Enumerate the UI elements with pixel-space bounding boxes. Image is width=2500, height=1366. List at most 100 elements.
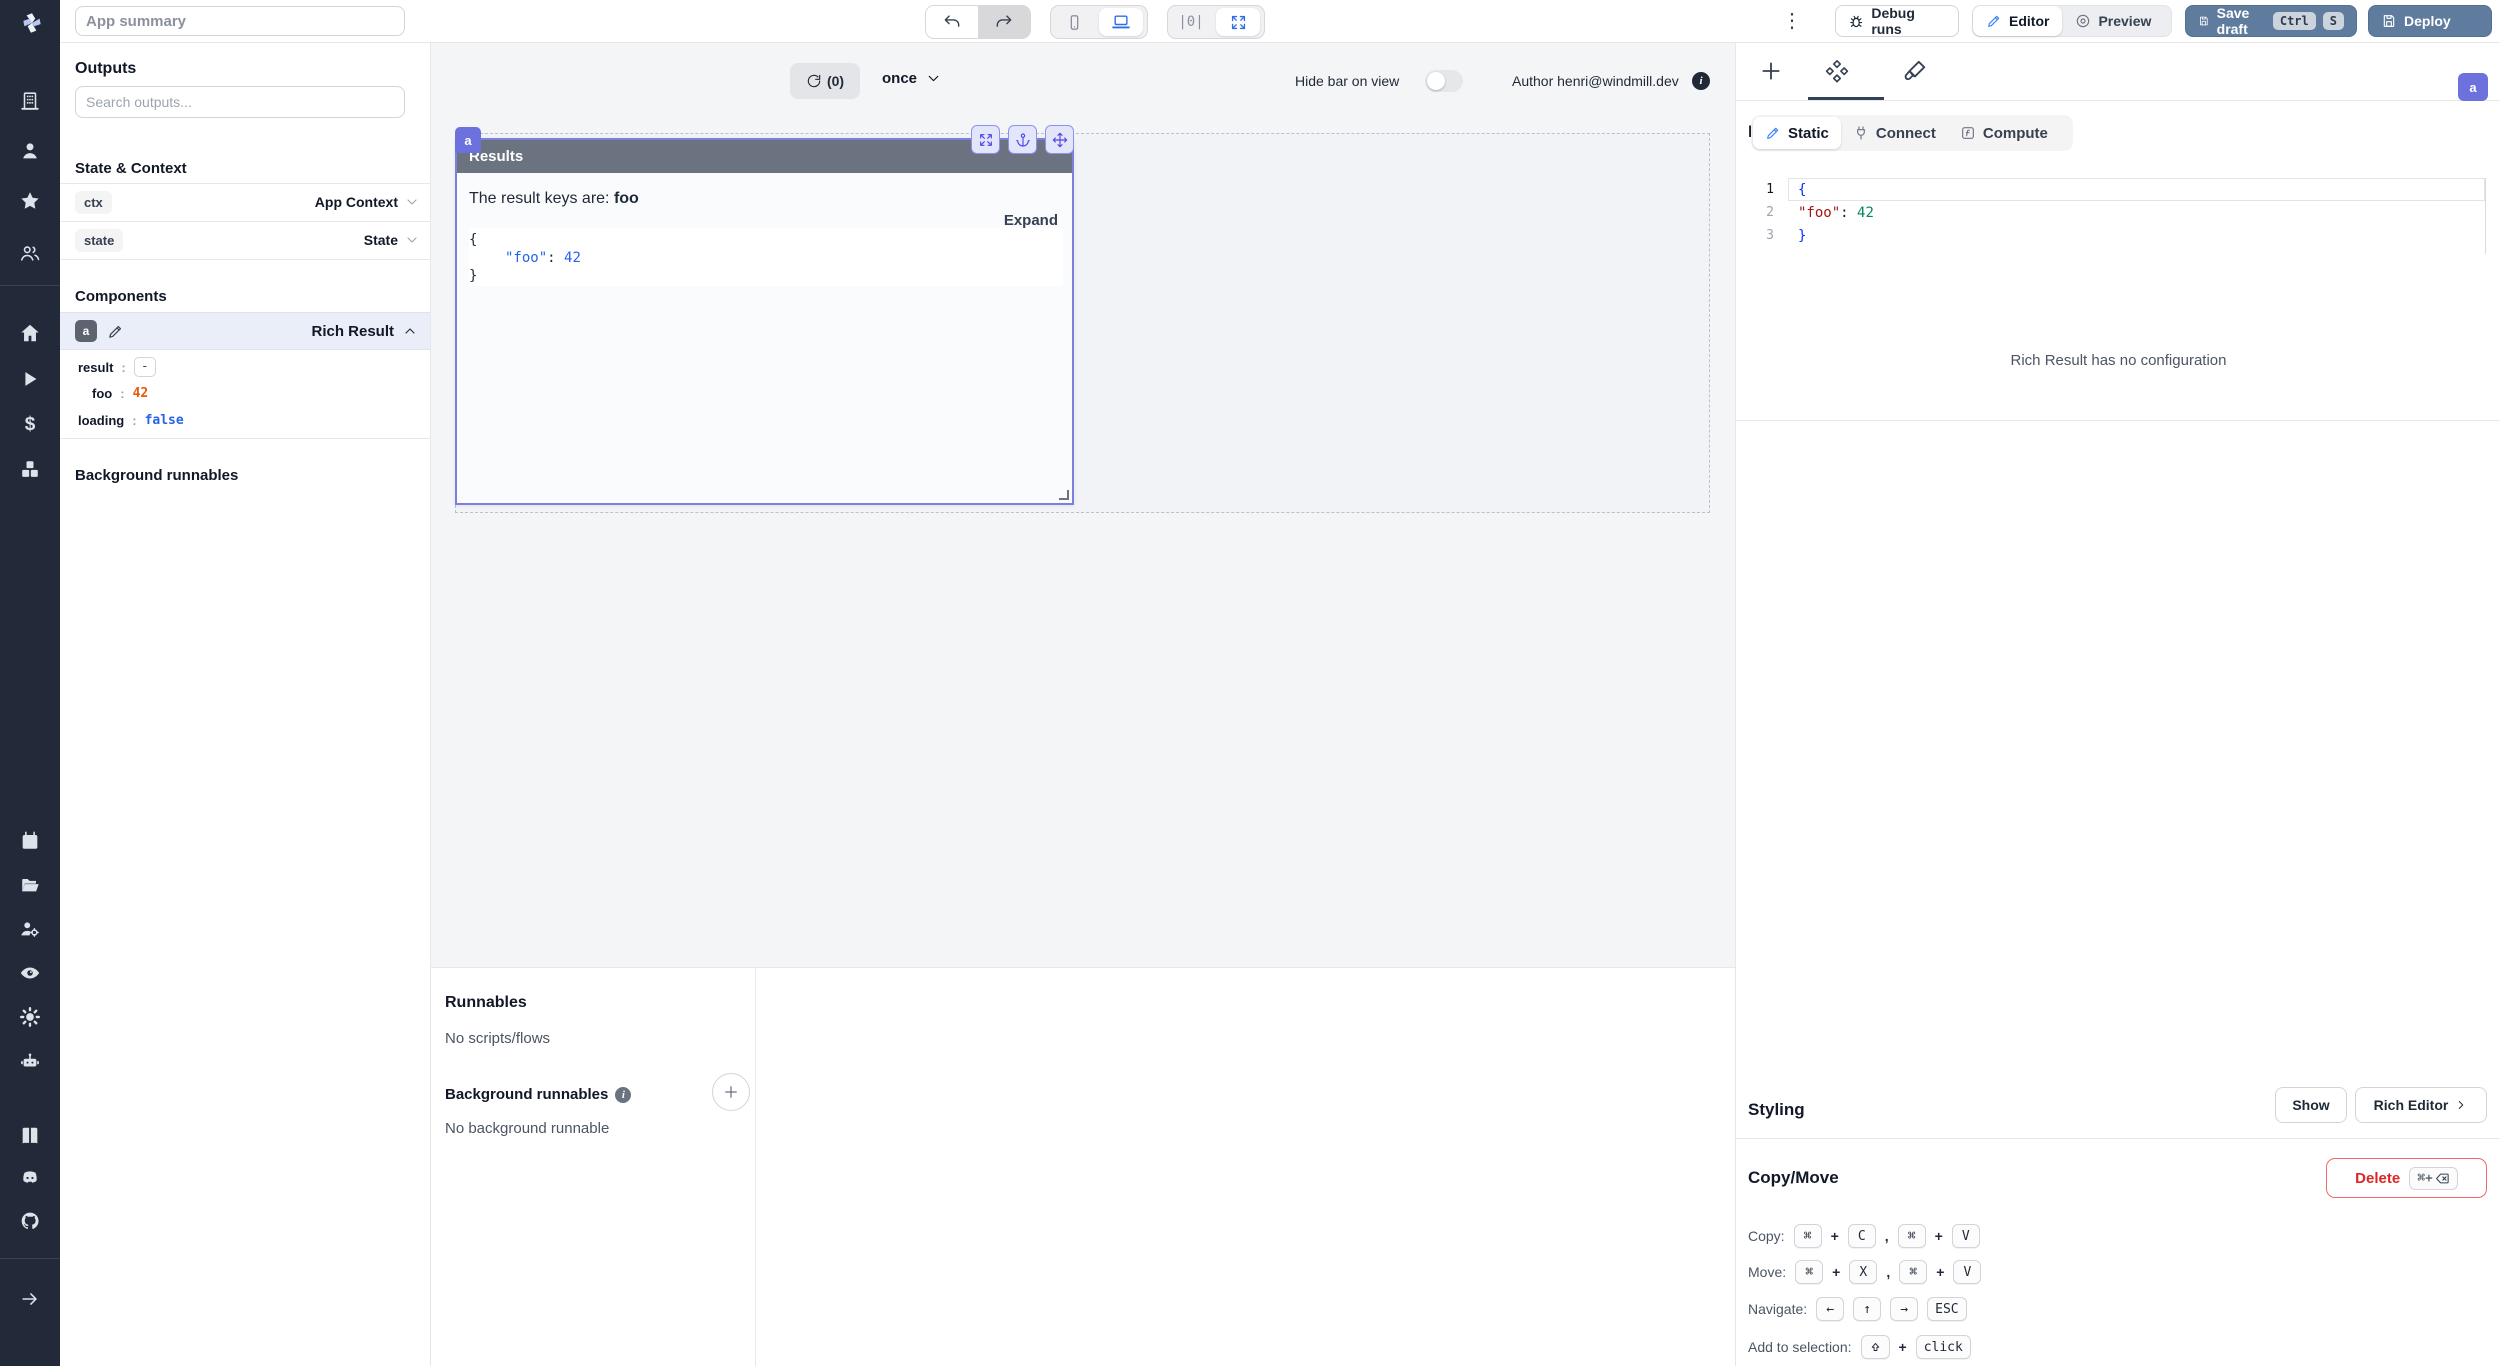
shortcut-label: Copy: xyxy=(1748,1228,1785,1244)
move-component-button[interactable] xyxy=(1045,125,1074,154)
s-kbd: S xyxy=(2323,12,2344,30)
toggle-knob xyxy=(1427,72,1445,90)
expand-json-link[interactable]: Expand xyxy=(1004,212,1058,229)
arrow-left-key: ← xyxy=(1816,1297,1844,1321)
runnables-panel: Runnables No scripts/flows Background ru… xyxy=(430,967,1735,1366)
expand-component-button[interactable] xyxy=(971,125,1000,154)
insert-component-tab[interactable] xyxy=(1758,58,1784,84)
shortcut-row-copy: Copy: ⌘ + C , ⌘ + V xyxy=(1748,1224,1980,1248)
audit-eye-icon[interactable] xyxy=(19,962,41,984)
mobile-view-button[interactable] xyxy=(1051,6,1097,38)
chevron-down-icon[interactable] xyxy=(404,194,420,210)
show-styling-button[interactable]: Show xyxy=(2275,1087,2347,1123)
redo-button[interactable] xyxy=(978,6,1030,38)
code-line: 1 { xyxy=(1748,178,2488,201)
more-options-menu[interactable]: ⋮ xyxy=(1782,8,1802,34)
resources-cubes-icon[interactable] xyxy=(19,458,41,480)
tree-row-result[interactable]: result : - xyxy=(78,357,156,377)
info-icon[interactable]: i xyxy=(615,1087,631,1103)
fullscreen-button[interactable] xyxy=(1216,8,1260,36)
state-row[interactable]: state State xyxy=(60,221,430,259)
shortcut-label: Add to selection: xyxy=(1748,1339,1852,1355)
chevron-up-icon[interactable] xyxy=(402,323,418,339)
app-canvas: (0) once Hide bar on view Author henri@w… xyxy=(430,42,1735,1366)
home-icon[interactable] xyxy=(19,322,41,344)
state-value: State xyxy=(364,232,398,248)
undo-redo-group xyxy=(925,5,1031,39)
discord-icon[interactable] xyxy=(19,1167,41,1189)
rich-result-component[interactable]: a Results The result keys are: foo Expan… xyxy=(455,138,1074,505)
tree-row-loading[interactable]: loading : false xyxy=(78,413,184,428)
groups-icon[interactable] xyxy=(19,242,41,264)
v-key: V xyxy=(1953,1260,1981,1284)
ctx-row[interactable]: ctx App Context xyxy=(60,183,430,221)
colon: : xyxy=(132,413,136,428)
resize-handle[interactable] xyxy=(1059,490,1069,500)
app-summary-input[interactable] xyxy=(75,6,405,36)
arrow-up-key: ↑ xyxy=(1853,1297,1881,1321)
anchor-component-button[interactable] xyxy=(1008,125,1037,154)
tab-static-label: Static xyxy=(1788,125,1829,142)
variables-dollar-icon[interactable]: $ xyxy=(19,414,41,436)
tab-connect[interactable]: Connect xyxy=(1841,117,1948,149)
save-draft-button[interactable]: Save draft Ctrl S xyxy=(2185,5,2357,37)
debug-runs-label: Debug runs xyxy=(1871,5,1946,37)
json-colon: : xyxy=(547,250,564,266)
runs-play-icon[interactable] xyxy=(19,368,41,390)
github-icon[interactable] xyxy=(19,1210,41,1232)
collapse-arrow-icon[interactable] xyxy=(19,1288,41,1310)
deploy-button[interactable]: Deploy xyxy=(2368,5,2492,37)
ctrl-kbd: Ctrl xyxy=(2273,12,2316,30)
docs-book-icon[interactable] xyxy=(19,1125,41,1147)
edit-pencil-icon[interactable] xyxy=(107,323,124,340)
tab-editor[interactable]: Editor xyxy=(1973,6,2062,36)
tab-static[interactable]: Static xyxy=(1753,117,1841,149)
chevron-down-icon[interactable] xyxy=(404,232,420,248)
user-icon[interactable] xyxy=(19,140,41,162)
refresh-count: (0) xyxy=(827,73,844,89)
selected-component-badge: a xyxy=(2458,73,2488,101)
add-background-runnable-button[interactable] xyxy=(712,1073,750,1111)
save-draft-label: Save draft xyxy=(2217,5,2266,37)
folders-icon[interactable] xyxy=(19,874,41,896)
mobile-icon xyxy=(1065,13,1084,32)
settings-gear-icon[interactable] xyxy=(19,1006,41,1028)
tree-row-foo[interactable]: foo : 42 xyxy=(92,386,148,401)
editor-scrollbar[interactable] xyxy=(2485,178,2486,254)
collapse-toggle-button[interactable]: - xyxy=(134,357,156,377)
component-settings-tab[interactable] xyxy=(1824,58,1850,84)
undo-button[interactable] xyxy=(926,6,978,38)
windmill-logo[interactable] xyxy=(19,10,41,32)
plus-icon xyxy=(722,1083,740,1101)
component-a-row[interactable]: a Rich Result xyxy=(60,312,430,350)
schedule-dropdown[interactable]: once xyxy=(882,70,942,87)
workers-robot-icon[interactable] xyxy=(19,1050,41,1072)
schedules-calendar-icon[interactable] xyxy=(19,830,41,852)
json-preview: { "foo": 42 } xyxy=(469,228,1063,286)
rich-editor-label: Rich Editor xyxy=(2374,1097,2449,1113)
json-close-brace: } xyxy=(469,268,477,284)
favorites-star-icon[interactable] xyxy=(19,190,41,212)
json-code-editor[interactable]: 1 { 2 "foo": 42 3 } xyxy=(1748,178,2488,254)
styling-brush-tab[interactable] xyxy=(1902,58,1928,84)
tab-compute-label: Compute xyxy=(1983,125,2048,142)
search-outputs-input[interactable] xyxy=(75,86,405,118)
workspace-icon[interactable] xyxy=(19,90,41,112)
info-icon[interactable]: i xyxy=(1692,72,1710,90)
arrow-right-key: → xyxy=(1890,1297,1918,1321)
line-number: 1 xyxy=(1748,182,1774,197)
divider xyxy=(1736,420,2500,421)
groups-admin-icon[interactable] xyxy=(19,918,41,940)
delete-component-button[interactable]: Delete ⌘+ xyxy=(2326,1158,2487,1198)
hide-bar-toggle[interactable] xyxy=(1425,70,1463,92)
centered-layout-button[interactable]: |0| xyxy=(1168,6,1214,38)
desktop-view-button[interactable] xyxy=(1099,8,1143,36)
divider xyxy=(60,438,430,439)
refresh-button[interactable]: (0) xyxy=(790,63,860,99)
tab-preview[interactable]: Preview xyxy=(2062,6,2164,36)
rich-editor-button[interactable]: Rich Editor xyxy=(2355,1087,2487,1123)
cmd-key: ⌘ xyxy=(1898,1224,1926,1248)
json-value: 42 xyxy=(564,250,581,266)
tab-compute[interactable]: Compute xyxy=(1948,117,2060,149)
debug-runs-button[interactable]: Debug runs xyxy=(1835,5,1959,37)
